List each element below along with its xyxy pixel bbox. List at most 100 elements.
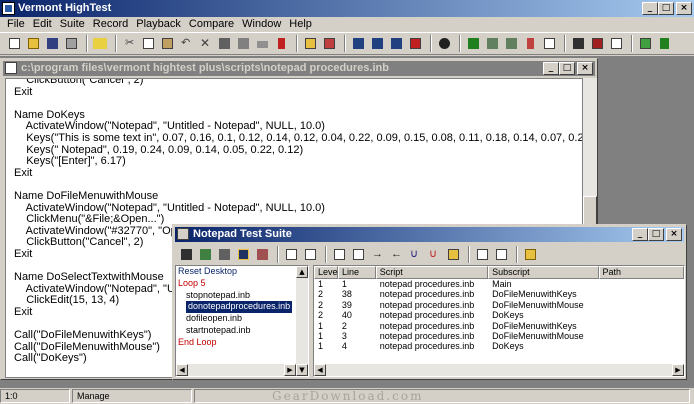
tree-item-startnotepad[interactable]: startnotepad.inb (176, 325, 308, 337)
record-mouse-icon[interactable] (388, 35, 405, 52)
suite-open-folder-icon[interactable] (522, 246, 539, 263)
app-title: Vermont HighTest (18, 2, 112, 14)
suite-window: Notepad Test Suite _ □ × → ← ∪ ∪ Reset D… (172, 224, 687, 380)
delete-icon[interactable]: ✕ (197, 35, 214, 52)
menu-help[interactable]: Help (286, 17, 317, 31)
menu-compare[interactable]: Compare (186, 17, 239, 31)
record-step-icon[interactable] (369, 35, 386, 52)
paste-icon[interactable] (159, 35, 176, 52)
open-folder-icon[interactable] (25, 35, 42, 52)
table-row[interactable]: 2 40 notepad procedures.inb DoKeys (314, 310, 684, 320)
menu-playback[interactable]: Playback (133, 17, 186, 31)
suite-icon[interactable] (302, 35, 319, 52)
tree-item-stopnotepad[interactable]: stopnotepad.inb (176, 290, 308, 302)
pause-icon[interactable] (436, 35, 453, 52)
breakpoint-icon[interactable] (522, 35, 539, 52)
play-icon[interactable] (465, 35, 482, 52)
suite-maximize-button[interactable]: □ (648, 228, 664, 241)
table-row[interactable]: 2 38 notepad procedures.inb DoFileMenuwithK… (314, 289, 684, 299)
play-step-icon[interactable] (484, 35, 501, 52)
column-line[interactable]: Line (338, 266, 376, 279)
minimize-button[interactable]: _ (642, 2, 658, 15)
suite-script-icon[interactable] (445, 246, 462, 263)
scroll-up-arrow[interactable]: ▲ (296, 266, 308, 278)
script-list-icon[interactable] (321, 35, 338, 52)
undo-icon[interactable]: ↶ (178, 35, 195, 52)
scroll-down-arrow[interactable]: ▼ (296, 364, 308, 376)
tree-item-reset-desktop[interactable]: Reset Desktop (176, 266, 308, 278)
new-file-icon[interactable] (6, 35, 23, 52)
suite-options-icon[interactable] (254, 246, 271, 263)
table-row[interactable]: 1 1 notepad procedures.inb Main (314, 279, 684, 289)
save-icon[interactable] (44, 35, 61, 52)
tree-horizontal-scrollbar[interactable]: ◀ ▶ (176, 364, 296, 376)
menu-window[interactable]: Window (239, 17, 286, 31)
print-icon[interactable] (63, 35, 80, 52)
loop-red-icon[interactable]: ∪ (426, 246, 443, 263)
column-path[interactable]: Path (598, 266, 684, 279)
scroll-right-arrow[interactable]: ▶ (672, 364, 684, 376)
suite-add-icon[interactable] (283, 246, 300, 263)
record-icon[interactable] (350, 35, 367, 52)
properties-icon[interactable] (92, 35, 109, 52)
script-maximize-button[interactable]: □ (559, 62, 575, 75)
menu-suite[interactable]: Suite (57, 17, 90, 31)
compare-window-icon[interactable] (589, 35, 606, 52)
menu-edit[interactable]: Edit (30, 17, 57, 31)
suite-insert-icon[interactable] (302, 246, 319, 263)
record-stop-icon[interactable] (407, 35, 424, 52)
export-icon[interactable] (637, 35, 654, 52)
bookmark-icon[interactable] (273, 35, 290, 52)
suite-grid-icon[interactable] (197, 246, 214, 263)
suite-minimize-button[interactable]: _ (632, 228, 648, 241)
find-next-icon[interactable] (235, 35, 252, 52)
table-row[interactable]: 2 39 notepad procedures.inb DoFileMenuwithM… (314, 300, 684, 310)
script-close-button[interactable]: × (577, 62, 593, 75)
loop-icon[interactable]: ∪ (407, 246, 424, 263)
table-row[interactable]: 1 2 notepad procedures.inb DoFileMenuwithKe… (314, 321, 684, 331)
scroll-left-arrow[interactable]: ◀ (176, 364, 188, 376)
suite-close-button[interactable]: × (666, 228, 682, 241)
table-row[interactable]: 1 3 notepad procedures.inb DoFileMenuwithMo… (314, 331, 684, 341)
replace-icon[interactable] (254, 35, 271, 52)
suite-save-icon[interactable] (178, 246, 195, 263)
cut-icon[interactable]: ✂ (121, 35, 138, 52)
maximize-button[interactable]: □ (658, 2, 674, 15)
menu-file[interactable]: File (4, 17, 30, 31)
tree-item-dofileopen[interactable]: dofileopen.inb (176, 313, 308, 325)
scroll-left-arrow[interactable]: ◀ (314, 364, 326, 376)
up-arrow-icon[interactable] (656, 35, 673, 52)
tree-item-loop[interactable]: Loop 5 (176, 278, 308, 290)
suite-list-icon[interactable] (493, 246, 510, 263)
table-row[interactable]: 1 4 notepad procedures.inb DoKeys (314, 341, 684, 351)
suite-disk-icon[interactable] (235, 246, 252, 263)
call-stack-table: Level Line Script Subscript Path 1 1 notep… (313, 265, 685, 377)
tree-vertical-scrollbar[interactable]: ▲ ▼ (296, 266, 308, 376)
column-script[interactable]: Script (375, 266, 489, 279)
tree-item-end-loop[interactable]: End Loop (176, 337, 308, 349)
play-loop-icon[interactable] (503, 35, 520, 52)
tree-item-selected[interactable]: donotepadprocedures.inb (186, 301, 293, 314)
compare-list-icon[interactable] (608, 35, 625, 52)
column-subscript[interactable]: Subscript (488, 266, 599, 279)
toolbar-separator (468, 245, 470, 263)
comment-icon[interactable] (331, 246, 348, 263)
compare-icon[interactable] (570, 35, 587, 52)
log-icon[interactable] (541, 35, 558, 52)
column-level[interactable]: Level (314, 266, 340, 279)
suite-toolbar: → ← ∪ ∪ (175, 244, 684, 264)
copy-icon[interactable] (140, 35, 157, 52)
menu-record[interactable]: Record (90, 17, 133, 31)
uncomment-icon[interactable] (350, 246, 367, 263)
scroll-right-arrow[interactable]: ▶ (284, 364, 296, 376)
suite-print-icon[interactable] (216, 246, 233, 263)
find-icon[interactable] (216, 35, 233, 52)
scroll-thumb[interactable] (583, 196, 597, 226)
suite-copy-icon[interactable] (474, 246, 491, 263)
indent-icon[interactable]: → (369, 246, 386, 263)
outdent-icon[interactable]: ← (388, 246, 405, 263)
suite-tree-pane[interactable]: Reset Desktop Loop 5 stopnotepad.inb don… (175, 265, 309, 377)
table-horizontal-scrollbar[interactable]: ◀ ▶ (314, 364, 684, 376)
close-button[interactable]: × (676, 2, 692, 15)
script-minimize-button[interactable]: _ (543, 62, 559, 75)
